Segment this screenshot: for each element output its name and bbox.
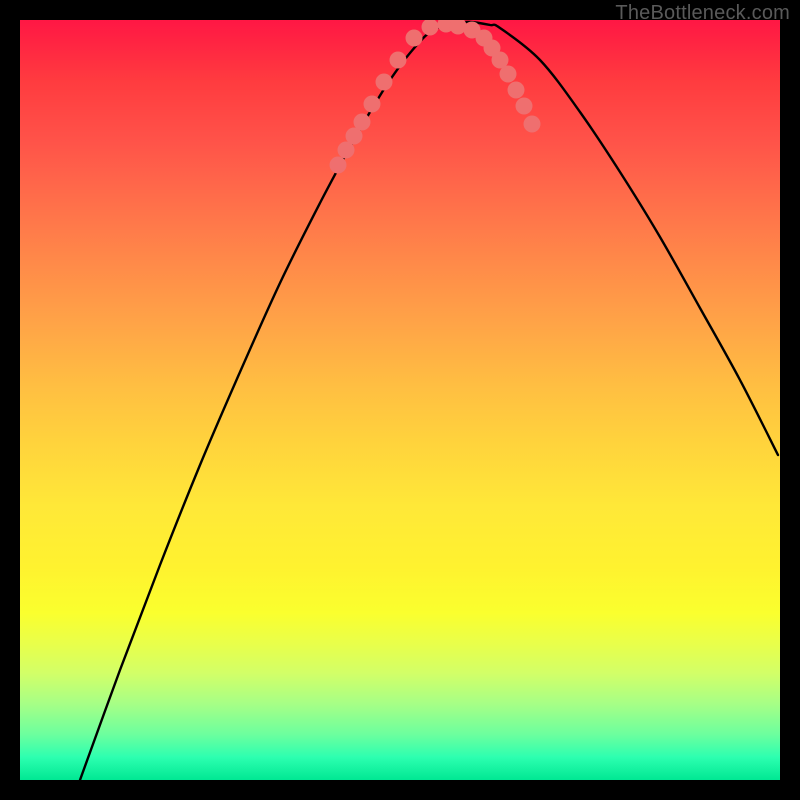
chart-frame: TheBottleneck.com — [0, 0, 800, 800]
highlight-dot — [422, 20, 439, 36]
highlight-dot — [354, 114, 371, 131]
watermark-text: TheBottleneck.com — [615, 2, 790, 25]
plot-area — [20, 20, 780, 780]
chart-svg — [20, 20, 780, 780]
highlight-dot — [364, 96, 381, 113]
highlight-dot — [524, 116, 541, 133]
highlight-dot — [406, 30, 423, 47]
highlight-dot — [390, 52, 407, 69]
highlight-dot — [376, 74, 393, 91]
highlight-dot — [330, 157, 347, 174]
highlight-dots-group — [330, 20, 541, 174]
bottleneck-curve-line — [80, 22, 778, 780]
highlight-dot — [500, 66, 517, 83]
highlight-dot — [508, 82, 525, 99]
highlight-dot — [516, 98, 533, 115]
